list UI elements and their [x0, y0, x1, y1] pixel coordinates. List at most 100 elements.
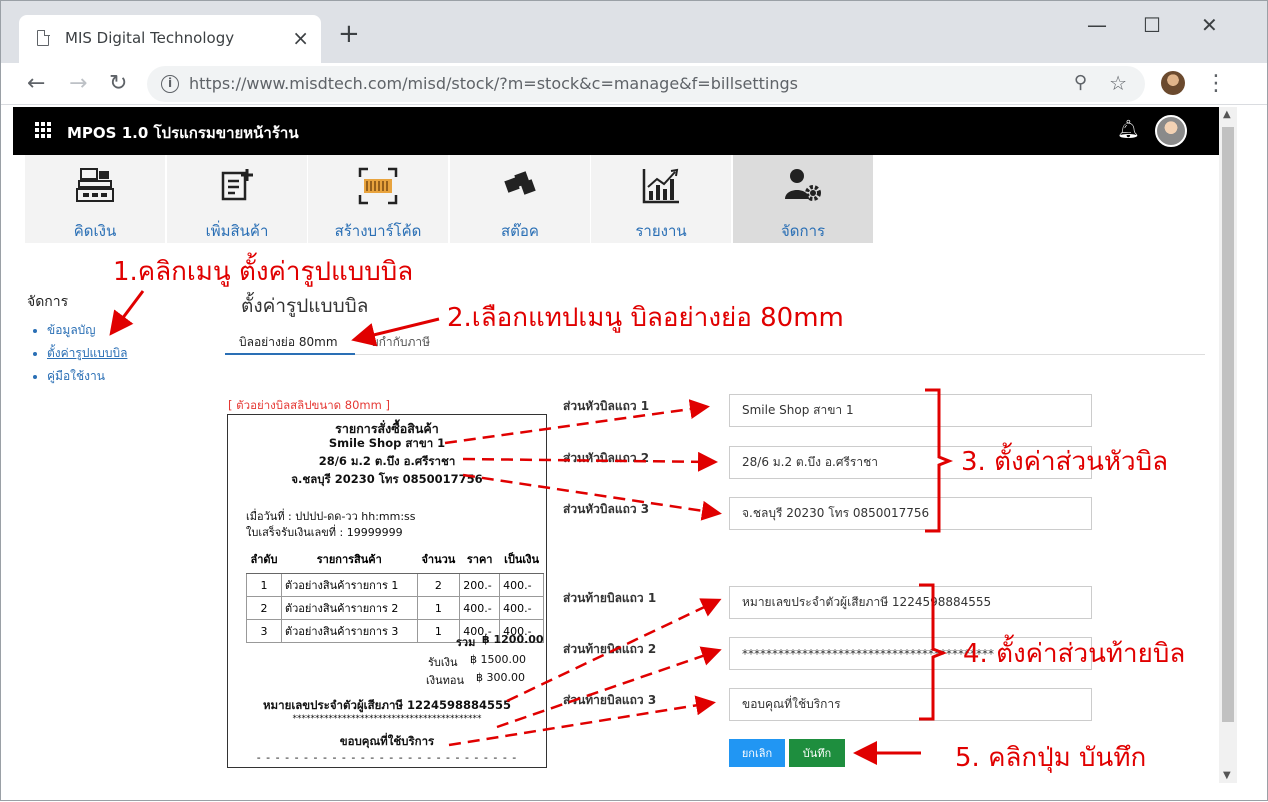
receipt-header-line: Smile Shop สาขา 1 [328, 436, 446, 450]
column-header: รายการสินค้า [281, 545, 418, 574]
browser-toolbar: ← → ↻ i https://www.misdtech.com/misd/st… [1, 63, 1267, 105]
received-label: รับเงิน [428, 656, 458, 669]
reload-button[interactable]: ↻ [109, 71, 127, 96]
zoom-icon[interactable]: ⚲ [1074, 72, 1087, 93]
footer-row-2-label: ส่วนท้ายบิลแถว 2 [563, 642, 657, 656]
tile-report[interactable]: รายงาน [591, 155, 731, 243]
receipt-cut-line: - - - - - - - - - - - - - - - - - - - - … [256, 751, 518, 764]
maximize-button[interactable]: ☐ [1143, 13, 1161, 37]
scroll-down-icon[interactable]: ▼ [1223, 770, 1231, 781]
receipt-header-line: จ.ชลบุรี 20230 โทร 0850017756 [291, 472, 483, 486]
tile-label: คิดเงิน [73, 222, 117, 240]
tile-manage[interactable]: จัดการ [733, 155, 873, 243]
tile-label: รายงาน [635, 222, 687, 240]
browser-menu-icon[interactable]: ⋮ [1205, 71, 1227, 96]
user-avatar[interactable] [1155, 115, 1187, 147]
app-header: MPOS 1.0 โปรแกรมขายหน้าร้าน 🔔︎ [13, 107, 1219, 155]
table-cell: 2 [246, 596, 282, 620]
browser-tab[interactable]: MIS Digital Technology × [19, 15, 321, 63]
header-row-3-input[interactable] [729, 497, 1092, 530]
receipt-header-line: 28/6 ม.2 ต.บึง อ.ศรีราชา [318, 454, 456, 468]
app-title: MPOS 1.0 โปรแกรมขายหน้าร้าน [67, 124, 299, 142]
footer-row-3-input[interactable] [729, 688, 1092, 721]
change-label: เงินทอน [426, 674, 465, 687]
table-cell: 400.- [499, 596, 544, 620]
tab-close-icon[interactable]: × [292, 26, 309, 50]
browser-window: MIS Digital Technology × + — ☐ ✕ ← → ↻ i… [0, 0, 1268, 801]
page-icon [37, 29, 50, 46]
column-header: จำนวน [417, 545, 460, 574]
tile-label: สต๊อค [501, 222, 539, 240]
tab-strip: MIS Digital Technology × + — ☐ ✕ [1, 1, 1267, 63]
add-product-icon [167, 167, 307, 210]
profile-avatar[interactable] [1161, 71, 1185, 95]
change-value: ฿ 300.00 [476, 671, 525, 684]
sidebar-item-manual[interactable]: คู่มือใช้งาน [47, 367, 127, 386]
receipt-footer-line: ขอบคุณที่ใช้บริการ [339, 734, 435, 748]
table-cell: 3 [246, 619, 282, 643]
receipt-preview: รายการสั่งซื้อสินค้า Smile Shop สาขา 1 2… [227, 414, 547, 768]
page-title: ตั้งค่ารูปแบบบิล [241, 295, 369, 317]
receipt-number: ใบเสร็จรับเงินเลขที่ : 19999999 [246, 526, 403, 539]
tile-add-product[interactable]: เพิ่มสินค้า [167, 155, 307, 243]
column-header: ราคา [459, 545, 500, 574]
sidebar-menu: ข้อมูลบัญ ตั้งค่ารูปแบบบิล คู่มือใช้งาน [47, 321, 127, 390]
minimize-button[interactable]: — [1087, 13, 1107, 37]
save-button[interactable]: บันทึก [789, 739, 845, 767]
annotation-step1: 1.คลิกเมนู ตั้งค่ารูปแบบบิล [113, 257, 414, 287]
bookmark-star-icon[interactable]: ☆ [1109, 71, 1127, 95]
cancel-button[interactable]: ยกเลิก [729, 739, 785, 767]
active-tab-indicator [225, 353, 355, 355]
site-info-icon[interactable]: i [161, 75, 179, 93]
back-button[interactable]: ← [27, 71, 45, 96]
scroll-up-icon[interactable]: ▲ [1223, 109, 1231, 120]
tile-label: สร้างบาร์โค้ด [334, 222, 422, 240]
column-header: เป็นเงิน [499, 545, 544, 574]
annotation-step3: 3. ตั้งค่าส่วนหัวบิล [961, 447, 1169, 477]
barcode-icon [308, 167, 448, 212]
sidebar-item-label[interactable]: ข้อมูลบัญ [47, 323, 96, 337]
sidebar-item-bill-settings[interactable]: ตั้งค่ารูปแบบบิล [47, 344, 127, 363]
tile-stock[interactable]: สต๊อค [450, 155, 590, 243]
tab-title: MIS Digital Technology [65, 29, 235, 47]
user-gear-icon [733, 167, 873, 210]
table-cell: 1 [416, 596, 461, 620]
stock-boxes-icon [450, 167, 590, 204]
tab-receipt-80mm[interactable]: บิลอย่างย่อ 80mm [239, 333, 338, 352]
column-header: ลำดับ [246, 545, 282, 574]
table-cell: 400.- [459, 596, 501, 620]
table-cell: ตัวอย่างสินค้ารายการ 3 [280, 619, 418, 643]
table-cell: 1 [416, 619, 461, 643]
sidebar-title: จัดการ [27, 294, 69, 310]
table-cell: ตัวอย่างสินค้ารายการ 2 [280, 596, 418, 620]
header-row-1-input[interactable] [729, 394, 1092, 427]
page-scrollbar[interactable]: ▲ ▼ [1219, 107, 1237, 783]
forward-button[interactable]: → [69, 71, 87, 96]
tile-cashier[interactable]: คิดเงิน [25, 155, 165, 243]
tile-barcode[interactable]: สร้างบาร์โค้ด [308, 155, 448, 243]
sidebar-item-label[interactable]: คู่มือใช้งาน [47, 369, 105, 383]
table-cell: 2 [416, 573, 461, 597]
sidebar-item-label[interactable]: ตั้งค่ารูปแบบบิล [47, 346, 127, 360]
tile-label: จัดการ [780, 222, 826, 240]
receipt-footer-line: ****************************************… [292, 714, 482, 724]
address-bar[interactable]: i https://www.misdtech.com/misd/stock/?m… [147, 66, 1145, 102]
annotation-step2: 2.เลือกแทปเมนู บิลอย่างย่อ 80mm [447, 303, 844, 333]
report-chart-icon [591, 167, 731, 212]
table-cell: ตัวอย่างสินค้ารายการ 1 [280, 573, 418, 597]
annotation-step4: 4. ตั้งค่าส่วนท้ายบิล [963, 639, 1186, 669]
new-tab-button[interactable]: + [338, 21, 360, 47]
tab-tax-invoice[interactable]: บกำกับภาษี [371, 333, 430, 352]
header-row-2-label: ส่วนหัวบิลแถว 2 [563, 451, 650, 465]
url-text[interactable]: https://www.misdtech.com/misd/stock/?m=s… [189, 74, 798, 93]
bell-icon[interactable]: 🔔︎ [1117, 119, 1140, 140]
close-window-button[interactable]: ✕ [1201, 13, 1218, 37]
scroll-thumb[interactable] [1222, 127, 1234, 722]
header-row-1-label: ส่วนหัวบิลแถว 1 [563, 399, 650, 413]
sidebar-item-account[interactable]: ข้อมูลบัญ [47, 321, 127, 340]
receipt-footer-line: หมายเลขประจำตัวผู้เสียภาษี 1224598884555 [262, 698, 512, 712]
tile-label: เพิ่มสินค้า [205, 222, 269, 240]
apps-grid-icon[interactable] [35, 122, 51, 138]
footer-row-1-input[interactable] [729, 586, 1092, 619]
receipt-items-table: ลำดับ รายการสินค้า จำนวน ราคา เป็นเงิน 1… [246, 545, 544, 643]
